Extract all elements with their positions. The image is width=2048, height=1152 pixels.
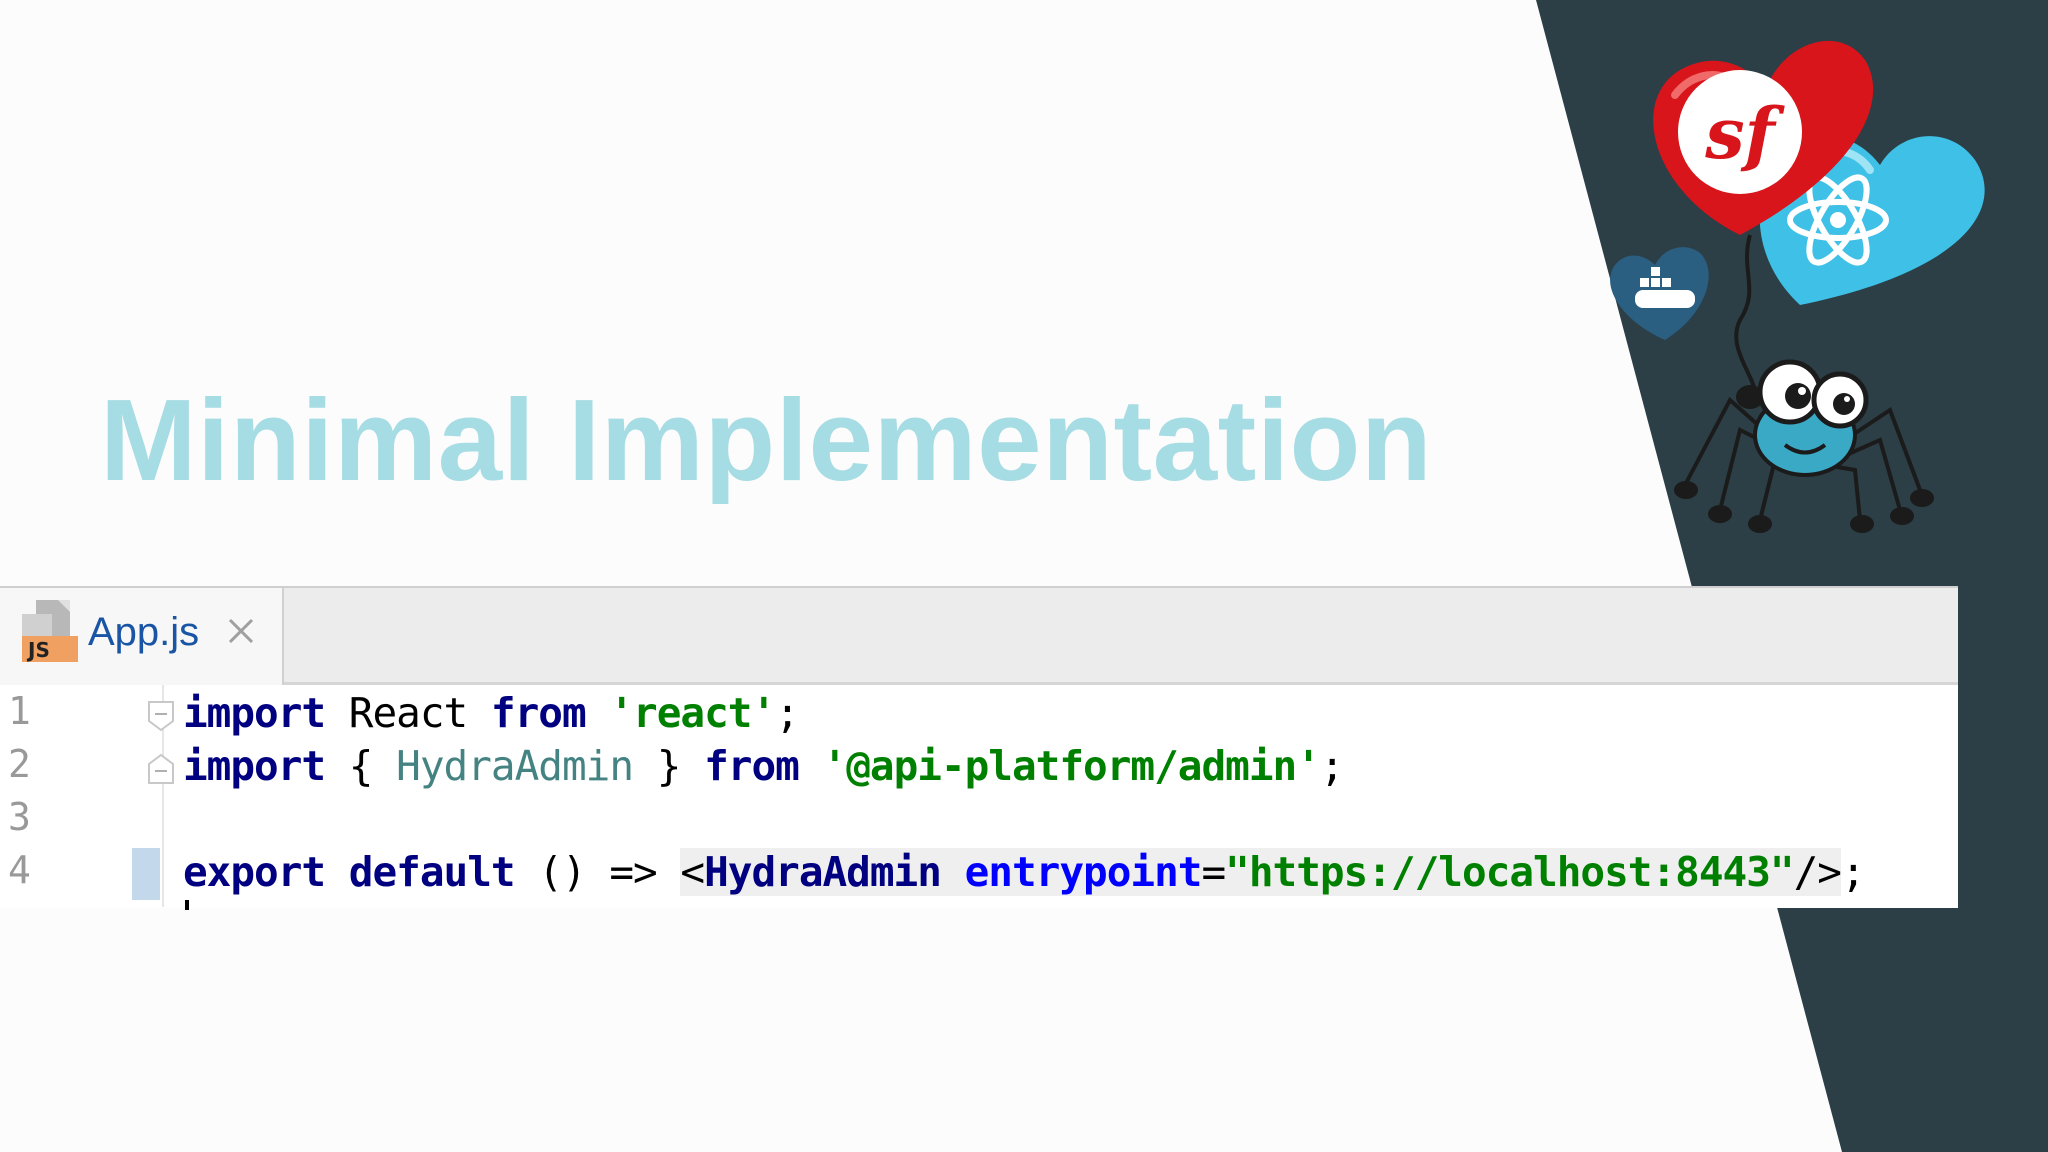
close-icon[interactable] <box>226 616 256 646</box>
code-area[interactable]: 1 import React from 'react'; 2 import { … <box>0 685 1958 910</box>
text-caret <box>185 900 189 910</box>
line-number: 2 <box>8 742 31 786</box>
tab-label: App.js <box>88 610 200 654</box>
code-line: 1 import React from 'react'; <box>0 685 1958 738</box>
mascot-illustration: sf <box>1610 40 1985 533</box>
code-line: 2 import { HydraAdmin } from '@api-platf… <box>0 738 1958 791</box>
code-editor: JS App.js 1 import React from 'react'; 2… <box>0 586 1958 910</box>
js-file-icon: JS <box>22 600 78 662</box>
code-text: import { HydraAdmin } from '@api-platfor… <box>183 742 1345 790</box>
line-number: 3 <box>8 795 31 839</box>
code-line: 3 <box>0 791 1958 844</box>
spider-mascot-icon <box>1674 359 1934 533</box>
line-number: 1 <box>8 689 31 733</box>
svg-text:JS: JS <box>26 638 50 662</box>
code-text: export default () => <HydraAdmin entrypo… <box>183 848 1866 896</box>
editor-tab-strip: JS App.js <box>0 588 1958 685</box>
line-number: 4 <box>8 848 31 892</box>
slide-title: Minimal Implementation <box>100 375 1433 505</box>
docker-heart-balloon-icon <box>1610 247 1709 340</box>
tab-app-js[interactable]: JS App.js <box>0 588 284 685</box>
code-text: import React from 'react'; <box>183 689 800 737</box>
code-line: 4 export default () => <HydraAdmin entry… <box>0 844 1958 897</box>
svg-text:sf: sf <box>1704 92 1785 175</box>
